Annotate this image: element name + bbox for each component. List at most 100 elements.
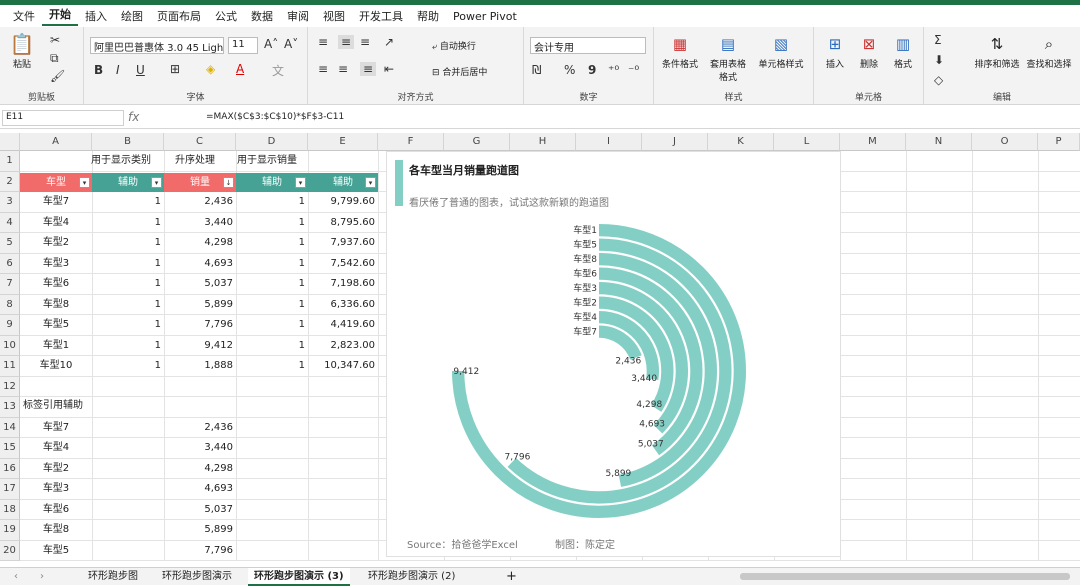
helper-cell[interactable]: 4,693 xyxy=(164,479,236,499)
formula-input[interactable]: =MAX($C$3:$C$10)*$F$3-C11 xyxy=(206,112,344,122)
row-header-11[interactable]: 11 xyxy=(0,356,20,377)
insert-button[interactable]: ⊞ 插入 xyxy=(820,33,850,70)
table-cell[interactable]: 1 xyxy=(92,213,164,233)
row-header-4[interactable]: 4 xyxy=(0,212,20,233)
row-header-7[interactable]: 7 xyxy=(0,274,20,295)
helper-cell[interactable]: 5,899 xyxy=(164,520,236,540)
merge-center-button[interactable]: ⊟ 合并后居中 xyxy=(432,65,487,78)
racetrack-chart[interactable]: 各车型当月销量跑道图 看厌倦了普通的图表，试试这款新颖的跑道图 车型1 9,412… xyxy=(386,151,841,557)
underline-button[interactable]: U xyxy=(136,63,145,77)
table-cell[interactable]: 4,298 xyxy=(164,233,236,253)
table-cell[interactable]: 车型5 xyxy=(20,315,92,335)
border-icon[interactable]: ⊞ xyxy=(170,62,180,76)
menu-view[interactable]: 视图 xyxy=(316,8,352,24)
sort-ascending-icon[interactable]: ↓ xyxy=(223,177,234,188)
menu-power-pivot[interactable]: Power Pivot xyxy=(446,10,524,23)
table-cell[interactable]: 5,899 xyxy=(164,295,236,315)
column-header-F[interactable]: F xyxy=(378,133,444,151)
italic-button[interactable]: I xyxy=(116,63,120,77)
helper-cell[interactable]: 车型5 xyxy=(20,541,92,561)
filter-dropdown-icon[interactable]: ▾ xyxy=(151,177,162,188)
align-middle-icon[interactable]: ≡ xyxy=(338,35,355,49)
table-cell[interactable]: 7,198.60 xyxy=(308,274,378,294)
orientation-icon[interactable]: ↗ xyxy=(384,35,394,49)
menu-home[interactable]: 开始 xyxy=(42,6,78,26)
table-cell[interactable]: 2,436 xyxy=(164,192,236,212)
table-cell[interactable]: 8,795.60 xyxy=(308,213,378,233)
format-painter-icon[interactable]: 🖌 xyxy=(50,69,65,83)
caption-sales[interactable]: 用于显示销量 xyxy=(234,151,300,171)
header-helper-d[interactable]: 辅助 ▾ xyxy=(236,173,308,192)
row-header-19[interactable]: 19 xyxy=(0,520,20,541)
column-header-K[interactable]: K xyxy=(708,133,774,151)
align-bottom-icon[interactable]: ≡ xyxy=(360,35,370,49)
cut-icon[interactable]: ✂ xyxy=(50,33,60,47)
fill-color-icon[interactable]: ◈ xyxy=(206,62,215,76)
menu-review[interactable]: 审阅 xyxy=(280,8,316,24)
helper-cell[interactable]: 4,298 xyxy=(164,459,236,479)
table-cell[interactable]: 车型2 xyxy=(20,233,92,253)
menu-developer[interactable]: 开发工具 xyxy=(352,8,410,24)
table-cell[interactable]: 车型8 xyxy=(20,295,92,315)
format-as-table-button[interactable]: ▤ 套用表格格式 xyxy=(706,33,750,83)
row-header-14[interactable]: 14 xyxy=(0,417,20,438)
table-cell[interactable]: 1 xyxy=(236,233,308,253)
filter-dropdown-icon[interactable]: ▾ xyxy=(365,177,376,188)
horizontal-scrollbar[interactable] xyxy=(740,573,1070,580)
filter-dropdown-icon[interactable]: ▾ xyxy=(295,177,306,188)
menu-help[interactable]: 帮助 xyxy=(410,8,446,24)
find-select-button[interactable]: ⌕ 查找和选择 xyxy=(1024,33,1074,70)
comma-button[interactable]: 9 xyxy=(588,63,596,77)
table-cell[interactable]: 1 xyxy=(236,192,308,212)
font-size-select[interactable]: 11 xyxy=(228,37,258,54)
add-sheet-icon[interactable]: + xyxy=(500,568,523,586)
caption-ascending[interactable]: 升序处理 xyxy=(172,151,218,171)
table-cell[interactable]: 6,336.60 xyxy=(308,295,378,315)
helper-cell[interactable]: 车型3 xyxy=(20,479,92,499)
helper-cell[interactable]: 3,440 xyxy=(164,438,236,458)
row-header-12[interactable]: 12 xyxy=(0,376,20,397)
column-header-P[interactable]: P xyxy=(1038,133,1080,151)
helper-cell[interactable]: 5,037 xyxy=(164,500,236,520)
autosum-icon[interactable]: Σ xyxy=(934,33,942,47)
fx-icon[interactable]: fx xyxy=(128,110,139,124)
table-cell[interactable]: 1 xyxy=(92,336,164,356)
phonetic-icon[interactable]: 文 xyxy=(272,62,284,79)
header-helper-b[interactable]: 辅助 ▾ xyxy=(92,173,164,192)
table-cell[interactable]: 1,888 xyxy=(164,356,236,376)
column-header-D[interactable]: D xyxy=(236,133,308,151)
conditional-format-button[interactable]: ▦ 条件格式 xyxy=(660,33,700,70)
column-header-B[interactable]: B xyxy=(92,133,164,151)
tab-scroll-right-icon[interactable]: › xyxy=(34,568,50,586)
menu-formulas[interactable]: 公式 xyxy=(208,8,244,24)
column-header-G[interactable]: G xyxy=(444,133,510,151)
menu-file[interactable]: 文件 xyxy=(6,8,42,24)
table-cell[interactable]: 1 xyxy=(92,254,164,274)
decrease-decimal-icon[interactable]: ⁻⁰ xyxy=(628,63,639,77)
caption-category[interactable]: 用于显示类别 xyxy=(88,151,154,171)
helper-cell[interactable]: 车型2 xyxy=(20,459,92,479)
table-cell[interactable]: 1 xyxy=(236,274,308,294)
table-cell[interactable]: 1 xyxy=(92,233,164,253)
align-right-icon[interactable]: ≡ xyxy=(360,62,377,76)
table-cell[interactable]: 7,937.60 xyxy=(308,233,378,253)
table-cell[interactable]: 1 xyxy=(92,295,164,315)
helper-cell[interactable]: 7,796 xyxy=(164,541,236,561)
table-cell[interactable]: 车型7 xyxy=(20,192,92,212)
paste-button[interactable]: 📋 粘贴 xyxy=(8,33,36,70)
decrease-font-icon[interactable]: A˅ xyxy=(284,37,298,51)
row-header-20[interactable]: 20 xyxy=(0,540,20,561)
table-cell[interactable]: 9,412 xyxy=(164,336,236,356)
table-cell[interactable]: 3,440 xyxy=(164,213,236,233)
table-cell[interactable]: 车型4 xyxy=(20,213,92,233)
accounting-icon[interactable]: ₪ xyxy=(532,63,541,77)
menu-data[interactable]: 数据 xyxy=(244,8,280,24)
filter-dropdown-icon[interactable]: ▾ xyxy=(79,177,90,188)
table-cell[interactable]: 1 xyxy=(236,213,308,233)
column-header-E[interactable]: E xyxy=(308,133,378,151)
select-all-corner[interactable] xyxy=(0,133,20,151)
table-cell[interactable]: 1 xyxy=(236,254,308,274)
row-header-13[interactable]: 13 xyxy=(0,397,20,418)
table-cell[interactable]: 9,799.60 xyxy=(308,192,378,212)
align-top-icon[interactable]: ≡ xyxy=(318,35,328,49)
